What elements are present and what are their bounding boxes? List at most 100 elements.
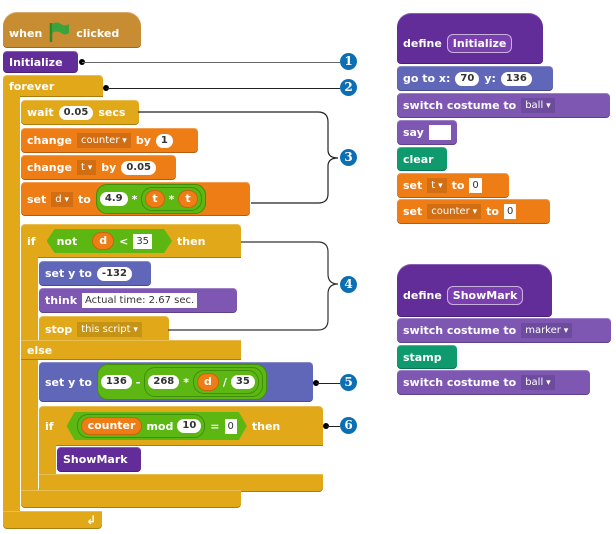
- t-dropdown[interactable]: t: [76, 160, 97, 175]
- wait-input[interactable]: 0.05: [58, 105, 94, 120]
- switch-costume-marker-block[interactable]: switch costume to marker: [397, 318, 611, 343]
- else-section: else: [21, 340, 241, 360]
- say-input[interactable]: [428, 125, 451, 140]
- less-than-sign: <: [119, 234, 129, 248]
- counter-dropdown[interactable]: counter: [76, 133, 131, 148]
- if-else-bottom: [21, 490, 241, 508]
- set-label: set: [403, 179, 423, 192]
- set-y-formula-block[interactable]: set y to 136 - 268 * d / 35: [39, 362, 313, 402]
- forever-bottom: ↲: [3, 511, 102, 529]
- define-initialize-hat[interactable]: define Initialize: [397, 13, 543, 64]
- callout-line: [82, 62, 340, 63]
- less-than-operator[interactable]: d < 35: [82, 231, 162, 251]
- mod-label: mod: [146, 419, 174, 433]
- say-block[interactable]: say: [397, 120, 457, 145]
- divide-sign: /: [222, 375, 227, 389]
- callout-badge-4: 4: [340, 276, 357, 293]
- y-input[interactable]: -132: [96, 266, 132, 281]
- wait-block[interactable]: wait 0.05 secs: [21, 100, 139, 125]
- switch-costume-ball-block[interactable]: switch costume to ball: [397, 370, 590, 395]
- define-label: define: [403, 37, 442, 50]
- set-label: set: [403, 205, 423, 218]
- multiply-operator[interactable]: 268 * d / 35: [144, 367, 263, 397]
- set-t-block[interactable]: set t to 0: [397, 173, 509, 198]
- by-label: by: [101, 161, 117, 174]
- showmark-name-box[interactable]: ShowMark: [446, 286, 524, 305]
- initialize-label: Initialize: [9, 55, 63, 69]
- counter-dropdown[interactable]: counter: [427, 204, 482, 219]
- set-y-label: set y to: [45, 375, 92, 389]
- set-counter-block[interactable]: set counter to 0: [397, 199, 550, 224]
- minus-sign: -: [135, 375, 141, 389]
- if-counter-block[interactable]: if counter mod 10 = 0 then: [39, 406, 323, 446]
- y-label: y:: [484, 72, 496, 85]
- counter-value-input[interactable]: 0: [503, 204, 517, 219]
- goto-block[interactable]: go to x: 70 y: 136: [397, 66, 553, 91]
- d-reporter[interactable]: d: [92, 232, 114, 250]
- switch-costume-block[interactable]: switch costume to ball: [397, 93, 610, 118]
- say-label: say: [403, 126, 424, 139]
- mod-input[interactable]: 10: [177, 419, 201, 433]
- clicked-label: clicked: [76, 26, 120, 40]
- callout-badge-3: 3: [340, 149, 357, 166]
- define-label: define: [403, 289, 442, 302]
- to-label: to: [451, 179, 465, 192]
- stop-label: stop: [45, 322, 73, 336]
- t-value-input[interactable]: 0: [469, 178, 482, 193]
- change-label: change: [27, 161, 72, 174]
- clear-label: clear: [403, 152, 434, 166]
- equals-sign: =: [210, 419, 220, 433]
- not-label: not: [56, 234, 78, 248]
- divisor-input[interactable]: 35: [230, 375, 255, 389]
- y-input[interactable]: 136: [500, 71, 532, 86]
- set-y-label: set y to: [45, 267, 92, 280]
- d-reporter[interactable]: d: [197, 373, 219, 391]
- switch-costume-label: switch costume to: [403, 376, 517, 389]
- callout-line: [316, 383, 340, 384]
- costume-dropdown[interactable]: marker: [521, 323, 573, 338]
- counter-reporter[interactable]: counter: [81, 417, 143, 435]
- forever-block[interactable]: forever: [3, 75, 103, 97]
- x-input[interactable]: 70: [455, 71, 480, 86]
- equals-operator[interactable]: counter mod 10 = 0: [67, 412, 247, 440]
- callout-line: [326, 426, 340, 427]
- clear-block[interactable]: clear: [397, 147, 447, 171]
- else-label: else: [27, 343, 53, 357]
- green-flag-icon: [47, 21, 71, 46]
- d-dropdown[interactable]: d: [51, 191, 74, 207]
- stop-option-dropdown[interactable]: this script: [77, 321, 142, 337]
- costume-dropdown[interactable]: ball: [521, 375, 555, 390]
- callout-badge-1: 1: [340, 53, 357, 70]
- define-showmark-hat[interactable]: define ShowMark: [397, 264, 552, 317]
- multiply-sign: *: [183, 375, 190, 389]
- multiply-sign: *: [131, 192, 138, 206]
- threshold-input[interactable]: 35: [133, 234, 152, 249]
- t-dropdown[interactable]: t: [427, 178, 447, 193]
- y-start-input[interactable]: 136: [100, 375, 132, 389]
- think-label: think: [45, 294, 78, 307]
- switch-costume-label: switch costume to: [403, 99, 517, 112]
- costume-dropdown[interactable]: ball: [521, 98, 555, 113]
- initialize-call-block[interactable]: Initialize: [3, 51, 78, 73]
- equals-input[interactable]: 0: [225, 419, 237, 434]
- callout-line: [106, 88, 340, 89]
- set-y-block[interactable]: set y to -132: [39, 261, 151, 286]
- not-operator[interactable]: not d < 35: [47, 229, 172, 253]
- when-flag-clicked-block[interactable]: when clicked: [3, 12, 141, 48]
- scale-input[interactable]: 268: [148, 375, 180, 389]
- divide-operator[interactable]: d / 35: [193, 370, 259, 394]
- stop-block[interactable]: stop this script: [39, 316, 169, 342]
- showmark-label: ShowMark: [63, 453, 128, 466]
- subtract-operator[interactable]: 136 - 268 * d / 35: [96, 364, 267, 400]
- switch-costume-label: switch costume to: [403, 324, 517, 337]
- initialize-name-box[interactable]: Initialize: [446, 34, 513, 53]
- showmark-call-block[interactable]: ShowMark: [57, 447, 141, 472]
- then-label: then: [251, 419, 281, 433]
- coefficient-input[interactable]: 4.9: [99, 192, 128, 206]
- mod-operator[interactable]: counter mod 10: [77, 414, 206, 438]
- goto-label: go to x:: [403, 72, 451, 85]
- callout-badge-5: 5: [340, 374, 357, 391]
- when-label: when: [9, 26, 43, 40]
- if-label: if: [27, 234, 36, 248]
- stamp-block[interactable]: stamp: [397, 345, 457, 369]
